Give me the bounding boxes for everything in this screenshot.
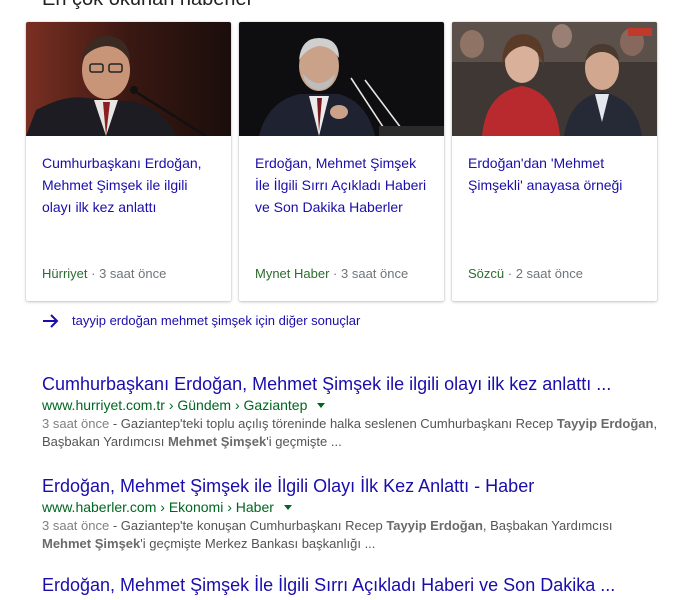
more-results-label: tayyip erdoğan mehmet şimşek için diğer … xyxy=(72,313,361,328)
news-card[interactable]: Cumhurbaşkanı Erdoğan, Mehmet Şimşek ile… xyxy=(26,22,231,301)
news-card-title[interactable]: Erdoğan, Mehmet Şimşek İle İlgili Sırrı … xyxy=(255,152,432,218)
arrow-right-icon xyxy=(43,313,59,328)
snippet-highlight: Erdoğan xyxy=(600,416,654,431)
news-card-source: Sözcü xyxy=(468,266,505,281)
breadcrumb-separator: › xyxy=(160,499,169,515)
breadcrumb-separator: › xyxy=(227,499,236,515)
result-title-link[interactable]: Cumhurbaşkanı Erdoğan, Mehmet Şimşek ile… xyxy=(42,373,662,395)
breadcrumb-separator: › xyxy=(234,397,244,413)
search-result: Erdoğan, Mehmet Şimşek İle İlgili Sırrı … xyxy=(42,574,662,596)
result-url-segment: Gündem xyxy=(177,397,232,413)
news-card-image[interactable] xyxy=(452,22,657,136)
result-url-segment: Gaziantep xyxy=(243,397,308,413)
snippet-text: , Başbakan Yardımcısı xyxy=(482,518,613,533)
result-title-link[interactable]: Erdoğan, Mehmet Şimşek İle İlgili Sırrı … xyxy=(42,574,662,596)
result-title-link[interactable]: Erdoğan, Mehmet Şimşek ile İlgili Olayı … xyxy=(42,475,662,497)
news-card-title[interactable]: Erdoğan'dan 'Mehmet Şimşekli' anayasa ör… xyxy=(468,152,645,196)
snippet-text: 'i geçmişte ... xyxy=(266,434,342,449)
news-card-source: Hürriyet xyxy=(42,266,88,281)
result-url-segment: Haber xyxy=(235,499,274,515)
snippet-highlight: Mehmet Şimşek xyxy=(42,536,141,551)
caret-down-icon[interactable] xyxy=(283,505,292,510)
news-card-time: 3 saat önce xyxy=(99,266,167,281)
snippet-highlight: Tayyip xyxy=(556,416,598,431)
caret-down-icon[interactable] xyxy=(317,403,326,408)
result-time: 3 saat önce xyxy=(42,416,110,431)
news-card-meta: Mynet Haber · 3 saat önce xyxy=(255,266,408,281)
news-card[interactable]: Erdoğan'dan 'Mehmet Şimşekli' anayasa ör… xyxy=(452,22,657,301)
snippet-highlight: Tayyip Erdoğan xyxy=(386,518,483,533)
snippet-text: - Gaziantep'teki toplu açılış töreninde … xyxy=(112,416,557,431)
news-card-meta: Hürriyet · 3 saat önce xyxy=(42,266,166,281)
snippet-highlight: Mehmet Şimşek xyxy=(167,434,267,449)
snippet-text: 'i geçmişte Merkez Bankası başkanlığı ..… xyxy=(140,536,376,551)
result-time: 3 saat önce xyxy=(42,518,110,533)
news-card-title[interactable]: Cumhurbaşkanı Erdoğan, Mehmet Şimşek ile… xyxy=(42,152,219,218)
news-card-source: Mynet Haber xyxy=(255,266,330,281)
meta-separator: · xyxy=(91,266,100,281)
news-card-image[interactable] xyxy=(26,22,231,136)
meta-separator: · xyxy=(333,266,341,281)
result-url: www.hurriyet.com.tr › Gündem › Gaziantep xyxy=(42,395,662,415)
news-card[interactable]: Erdoğan, Mehmet Şimşek İle İlgili Sırrı … xyxy=(239,22,444,301)
result-snippet: 3 saat önce - Gaziantep'teki toplu açılı… xyxy=(42,415,662,451)
search-result: Cumhurbaşkanı Erdoğan, Mehmet Şimşek ile… xyxy=(42,373,662,451)
result-url: www.haberler.com › Ekonomi › Haber xyxy=(42,497,662,517)
search-result: Erdoğan, Mehmet Şimşek ile İlgili Olayı … xyxy=(42,475,662,553)
meta-separator: · xyxy=(507,266,516,281)
snippet-text: - Gaziantep'te konuşan Cumhurbaşkanı Rec… xyxy=(112,518,387,533)
result-url-segment: Ekonomi xyxy=(168,499,224,515)
news-card-time: 3 saat önce xyxy=(341,266,409,281)
more-results-link[interactable]: tayyip erdoğan mehmet şimşek için diğer … xyxy=(42,313,360,328)
top-stories-heading: En çok okunan haberler xyxy=(42,0,253,11)
result-url-domain: www.haberler.com xyxy=(42,499,157,515)
result-snippet: 3 saat önce - Gaziantep'te konuşan Cumhu… xyxy=(42,517,662,553)
news-card-meta: Sözcü · 2 saat önce xyxy=(468,266,583,281)
result-url-domain: www.hurriyet.com.tr xyxy=(42,397,165,413)
news-card-time: 2 saat önce xyxy=(515,266,583,281)
news-card-image[interactable] xyxy=(239,22,444,136)
